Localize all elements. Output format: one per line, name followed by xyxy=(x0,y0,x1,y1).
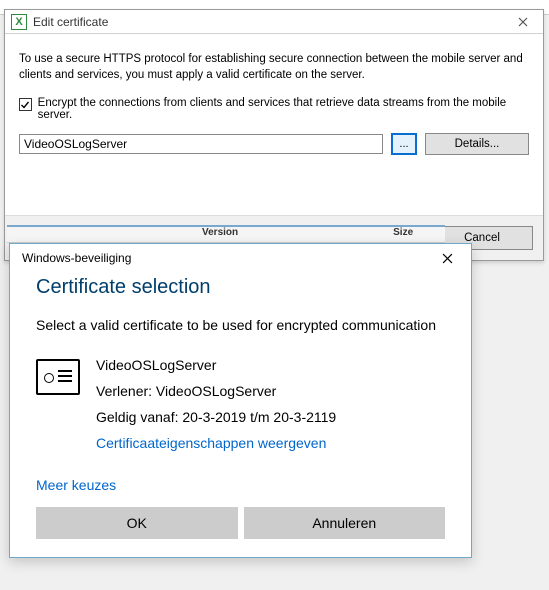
more-choices-link[interactable]: Meer keuzes xyxy=(36,477,445,493)
windows-security-dialog: Windows-beveiliging Certificate selectio… xyxy=(9,243,472,558)
certificate-issuer: Verlener: VideoOSLogServer xyxy=(96,383,336,399)
certificate-name: VideoOSLogServer xyxy=(96,357,336,373)
edit-cert-title: Edit certificate xyxy=(33,15,503,29)
security-title: Windows-beveiliging xyxy=(22,251,427,265)
certificate-item[interactable]: VideoOSLogServer Verlener: VideoOSLogSer… xyxy=(36,357,445,451)
edit-cert-description: To use a secure HTTPS protocol for estab… xyxy=(19,52,529,83)
security-heading: Certificate selection xyxy=(36,276,445,299)
ok-button[interactable]: OK xyxy=(36,507,238,539)
certificate-validity: Geldig vanaf: 20-3-2019 t/m 20-3-2119 xyxy=(96,409,336,425)
app-icon: X xyxy=(11,14,27,30)
encrypt-checkbox[interactable] xyxy=(19,98,32,111)
browse-button[interactable]: ... xyxy=(391,133,417,155)
edit-cert-titlebar[interactable]: X Edit certificate xyxy=(5,10,543,34)
col-size: Size xyxy=(393,227,413,242)
column-header-strip: Version Size xyxy=(7,225,445,243)
security-titlebar[interactable]: Windows-beveiliging xyxy=(10,244,471,272)
certificate-properties-link[interactable]: Certificaateigenschappen weergeven xyxy=(96,435,336,451)
edit-certificate-window: X Edit certificate To use a secure HTTPS… xyxy=(4,9,544,261)
certificate-input[interactable] xyxy=(19,134,383,154)
close-icon[interactable] xyxy=(427,244,467,272)
encrypt-label: Encrypt the connections from clients and… xyxy=(38,97,529,121)
col-version: Version xyxy=(202,227,238,242)
certificate-icon xyxy=(36,359,80,395)
details-button[interactable]: Details... xyxy=(425,133,529,155)
security-button-row: OK Annuleren xyxy=(36,507,445,539)
close-icon[interactable] xyxy=(503,10,543,33)
cancel-button[interactable]: Annuleren xyxy=(244,507,446,539)
security-subtitle: Select a valid certificate to be used fo… xyxy=(36,317,445,333)
